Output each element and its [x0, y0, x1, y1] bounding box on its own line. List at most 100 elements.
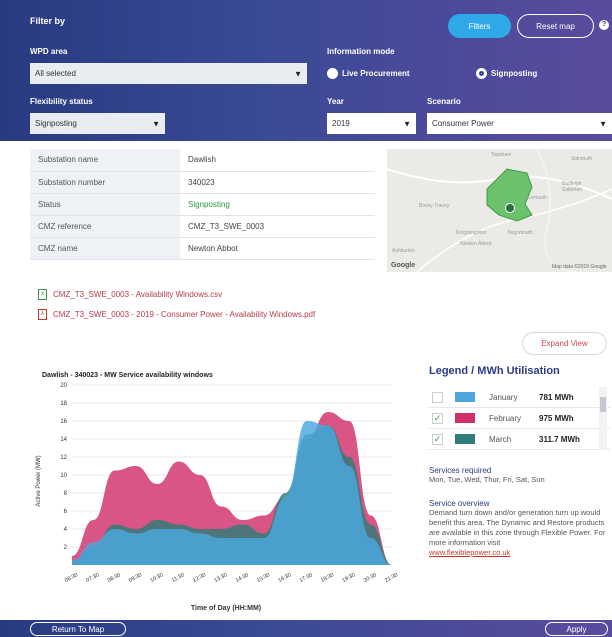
x-tick-label: 13:30	[213, 572, 228, 584]
chart-areas	[72, 412, 392, 565]
legend-value: 781 MWh	[539, 392, 574, 402]
year-value: 2019	[332, 119, 350, 128]
location-map[interactable]: Topsham Exmouth Budleigh Salterton Bovey…	[387, 149, 612, 272]
availability-chart: Dawlish - 340023 - MW Service availabili…	[32, 365, 408, 619]
x-tick-label: 20:30	[363, 572, 378, 584]
csv-file-icon: x	[38, 288, 47, 300]
swatch-march	[455, 434, 475, 444]
map-label: Teignmouth	[507, 230, 533, 236]
reset-map-button[interactable]: Reset map	[517, 14, 594, 38]
scrollbar-thumb[interactable]	[600, 397, 606, 412]
legend-value: 975 MWh	[539, 413, 574, 423]
legend-value: 311.7 MWh	[539, 434, 580, 444]
scenario-select[interactable]: Consumer Power ▼	[427, 113, 612, 134]
legend-scrollbar[interactable]	[599, 387, 607, 450]
x-tick-label: 17:30	[299, 572, 314, 584]
table-row: Substation name Dawlish	[30, 149, 375, 172]
table-row: Substation number 340023	[30, 171, 375, 194]
substation-table: Substation name Dawlish Substation number…	[30, 149, 375, 260]
row-value: Newton Abbot	[180, 237, 375, 260]
checkbox-january[interactable]	[432, 391, 443, 403]
filters-button[interactable]: Filters	[448, 14, 511, 38]
filter-title: Filter by	[30, 16, 66, 26]
pdf-file-icon: λ	[38, 308, 47, 320]
radio-signposting-label: Signposting	[491, 69, 538, 78]
y-tick-label: 12	[60, 455, 67, 461]
info-mode-label: Information mode	[327, 47, 395, 56]
x-tick-label: 18:30	[320, 572, 335, 584]
x-tick-labels: 06:30 07:30 08:30 09:30 10:30 11:30 12:30 13:30…	[64, 572, 399, 584]
overview-title: Service overview	[429, 499, 490, 508]
y-tick-label: 8	[64, 491, 68, 497]
x-tick-label: 21:30	[384, 572, 399, 584]
chart-svg: Dawlish - 340023 - MW Service availabili…	[36, 372, 399, 612]
x-tick-label: 07:30	[85, 572, 100, 584]
radio-live-procurement[interactable]: Live Procurement	[327, 68, 410, 79]
y-tick-label: 20	[60, 383, 67, 389]
legend-row[interactable]: ✓ February 975 MWh	[429, 408, 610, 429]
flex-status-label: Flexibility status	[30, 97, 93, 106]
scenario-label: Scenario	[427, 97, 461, 106]
y-axis-label: Active Power (MW)	[36, 455, 42, 506]
chart-title: Dawlish - 340023 - MW Service availabili…	[42, 372, 213, 379]
checkbox-march[interactable]: ✓	[432, 433, 443, 445]
y-tick-label: 10	[60, 473, 67, 479]
chevron-down-icon: ▼	[294, 69, 302, 78]
x-tick-label: 16:30	[277, 572, 292, 584]
map-graphic	[387, 149, 612, 272]
expand-view-button[interactable]: Expand View	[522, 332, 607, 355]
swatch-february	[455, 413, 475, 423]
map-label: Sidmouth	[571, 156, 593, 162]
y-tick-label: 16	[60, 419, 67, 425]
radio-signposting[interactable]: Signposting	[476, 68, 537, 79]
map-label: Newton Abbot	[460, 241, 492, 247]
row-value: Dawlish	[180, 149, 375, 172]
radio-icon	[327, 68, 338, 79]
scenario-value: Consumer Power	[432, 119, 494, 128]
x-tick-label: 06:30	[64, 572, 79, 584]
row-value: CMZ_T3_SWE_0003	[180, 215, 375, 238]
legend-row[interactable]: January 781 MWh	[429, 387, 610, 408]
flex-status-select[interactable]: Signposting ▼	[30, 113, 165, 134]
x-tick-label: 12:30	[192, 572, 207, 584]
file-name: CMZ_T3_SWE_0003 - 2019 - Consumer Power …	[53, 309, 316, 319]
year-label: Year	[327, 97, 344, 106]
map-label: Ashburton	[392, 248, 415, 254]
chevron-down-icon: ▼	[152, 119, 160, 128]
wpd-area-label: WPD area	[30, 47, 68, 56]
table-row: Status Signposting	[30, 193, 375, 216]
legend-month: January	[489, 392, 518, 402]
overview-text: Demand turn down and/or generation turn …	[429, 508, 606, 547]
year-select[interactable]: 2019 ▼	[327, 113, 416, 134]
row-key: Status	[30, 193, 180, 216]
row-value: 340023	[180, 171, 375, 194]
legend-row[interactable]: ✓ March 311.7 MWh	[429, 429, 610, 450]
pdf-file-link[interactable]: λ CMZ_T3_SWE_0003 - 2019 - Consumer Powe…	[38, 304, 315, 324]
map-label: Kingsteignton	[456, 230, 487, 236]
y-tick-label: 18	[60, 401, 67, 407]
services-text: Mon, Tue, Wed, Thur, Fri, Sat, Sun	[429, 475, 545, 484]
return-to-map-button[interactable]: Return To Map	[30, 622, 126, 636]
row-key: CMZ reference	[30, 215, 180, 238]
flex-status-value: Signposting	[35, 119, 77, 128]
chevron-down-icon: ▼	[599, 119, 607, 128]
flexiblepower-link[interactable]: www.flexiblepower.co.uk	[429, 548, 510, 557]
apply-button[interactable]: Apply	[545, 622, 608, 636]
wpd-area-select[interactable]: All selected ▼	[30, 63, 307, 84]
status-value: Signposting	[180, 193, 375, 216]
radio-live-label: Live Procurement	[342, 69, 410, 78]
radio-selected-icon	[476, 68, 487, 79]
google-logo: Google	[391, 262, 416, 269]
map-label: Exmouth	[527, 195, 547, 201]
wpd-area-value: All selected	[35, 69, 76, 78]
help-icon[interactable]: ?	[599, 20, 609, 30]
x-tick-label: 11:30	[171, 572, 186, 584]
swatch-january	[455, 392, 475, 402]
csv-file-link[interactable]: x CMZ_T3_SWE_0003 - Availability Windows…	[38, 284, 315, 304]
x-axis-label: Time of Day (HH:MM)	[191, 605, 261, 612]
chevron-down-icon: ▼	[403, 119, 411, 128]
checkbox-february[interactable]: ✓	[432, 412, 443, 424]
row-key: Substation name	[30, 149, 180, 172]
x-tick-label: 10:30	[149, 572, 164, 584]
y-tick-label: 6	[64, 509, 68, 515]
